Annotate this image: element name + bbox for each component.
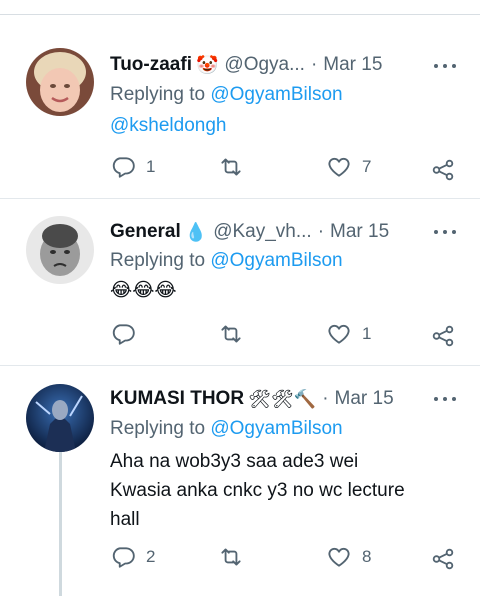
separator-dot: · (317, 221, 325, 242)
like-count: 7 (362, 157, 372, 176)
reply-icon (112, 324, 135, 345)
share-icon (432, 159, 454, 181)
handle[interactable]: @Ogya... (224, 54, 305, 76)
more-options-icon[interactable] (431, 222, 459, 242)
like-button[interactable]: 8 (326, 544, 371, 570)
heart-icon (328, 157, 350, 177)
replying-to-mention[interactable]: @OgyamBilson (210, 418, 342, 439)
tweet-header: General 💧 @Kay_vh... · Mar 15 (110, 219, 389, 245)
heart-icon (328, 324, 350, 344)
tweet-divider (0, 198, 480, 199)
thread-line (59, 452, 62, 596)
reply-button[interactable]: 1 (110, 154, 155, 180)
retweet-icon (221, 548, 241, 566)
reply-icon (112, 157, 135, 178)
heart-icon (328, 547, 350, 567)
retweet-button[interactable] (218, 154, 254, 180)
name-emoji: 🤡 (195, 54, 219, 75)
name-emoji: 🛠🛠🔨 (248, 388, 317, 409)
display-name[interactable]: Tuo-zaafi (110, 54, 192, 76)
more-options-icon[interactable] (431, 389, 459, 409)
tweet-mention[interactable]: @ksheldongh (110, 115, 226, 136)
handle[interactable]: @Kay_vh... (213, 221, 312, 243)
more-options-icon[interactable] (431, 56, 459, 76)
tweet-text-line: hall (110, 509, 140, 530)
top-divider (0, 14, 480, 15)
retweet-icon (221, 158, 241, 176)
reply-count: 2 (146, 547, 156, 566)
like-count: 8 (362, 547, 372, 566)
tweet-text: Aha na wob3y3 saa ade3 wei Kwasia anka c… (110, 447, 405, 534)
share-icon (432, 325, 454, 347)
tweet-text-line: Kwasia anka cnkc y3 no wc lecture (110, 480, 405, 501)
share-button[interactable] (430, 157, 456, 183)
replying-to: Replying to @OgyamBilson (110, 84, 343, 106)
tweet-divider (0, 365, 480, 366)
avatar[interactable] (26, 48, 94, 116)
replying-prefix: Replying to (110, 84, 206, 105)
tweet-text: @ksheldongh (110, 111, 226, 140)
reply-icon (112, 547, 135, 568)
share-button[interactable] (430, 546, 456, 572)
avatar-image (26, 216, 94, 284)
retweet-button[interactable] (218, 544, 254, 570)
avatar-image (26, 384, 94, 452)
replying-to: Replying to @OgyamBilson (110, 250, 343, 272)
tweet-text: 😂😂😂 (110, 280, 177, 301)
reply-button[interactable]: 2 (110, 544, 155, 570)
share-icon (432, 548, 454, 570)
timestamp[interactable]: Mar 15 (330, 221, 389, 243)
tweet-text-line: Aha na wob3y3 saa ade3 wei (110, 451, 359, 472)
avatar-image (26, 48, 94, 116)
reply-count: 1 (146, 157, 156, 176)
avatar[interactable] (26, 384, 94, 452)
retweet-button[interactable] (218, 321, 254, 347)
retweet-icon (221, 325, 241, 343)
replying-prefix: Replying to (110, 418, 206, 439)
separator-dot: · (322, 388, 329, 409)
replying-to-mention[interactable]: @OgyamBilson (210, 250, 342, 271)
share-button[interactable] (430, 323, 456, 349)
name-emoji: 💧 (184, 221, 208, 242)
timestamp[interactable]: Mar 15 (323, 54, 382, 76)
like-button[interactable]: 7 (326, 154, 371, 180)
display-name[interactable]: General (110, 221, 181, 243)
tweet-header: Tuo-zaafi 🤡 @Ogya... · Mar 15 (110, 52, 382, 78)
reply-button[interactable] (110, 321, 146, 347)
replying-prefix: Replying to (110, 250, 206, 271)
replying-to: Replying to @OgyamBilson (110, 418, 343, 440)
display-name[interactable]: KUMASI THOR (110, 388, 244, 410)
like-count: 1 (362, 324, 372, 343)
tweet-header: KUMASI THOR 🛠🛠🔨 · Mar 15 (110, 386, 394, 412)
replying-to-mention[interactable]: @OgyamBilson (210, 84, 342, 105)
timestamp[interactable]: Mar 15 (335, 388, 394, 410)
avatar[interactable] (26, 216, 94, 284)
like-button[interactable]: 1 (326, 321, 371, 347)
separator-dot: · (310, 54, 318, 75)
